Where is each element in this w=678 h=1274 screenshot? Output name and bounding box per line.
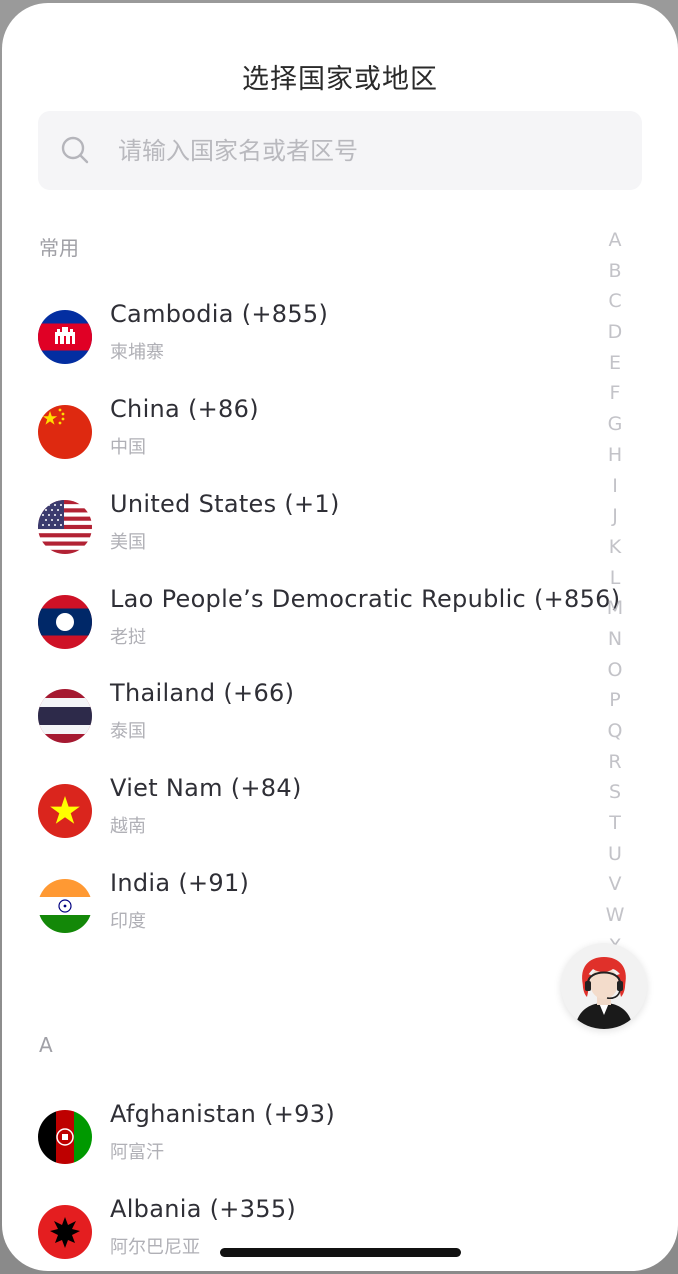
country-row-cambodia[interactable]: Cambodia (+855) 柬埔寨 bbox=[2, 300, 602, 386]
country-name: United States (+1) bbox=[110, 490, 340, 518]
country-local-name: 柬埔寨 bbox=[110, 342, 164, 363]
search-bar[interactable] bbox=[38, 111, 642, 190]
customer-service-button[interactable] bbox=[561, 943, 647, 1029]
index-letter[interactable]: Q bbox=[600, 716, 630, 747]
search-input[interactable] bbox=[116, 127, 620, 175]
customer-service-agent-icon bbox=[575, 957, 633, 1029]
home-indicator bbox=[220, 1248, 461, 1257]
country-row-thailand[interactable]: Thailand (+66) 泰国 bbox=[2, 679, 602, 765]
country-local-name: 阿尔巴尼亚 bbox=[110, 1237, 200, 1258]
search-icon bbox=[61, 136, 89, 164]
index-letter[interactable]: F bbox=[600, 378, 630, 409]
flag-vietnam-icon bbox=[38, 784, 92, 838]
flag-afghanistan-icon bbox=[38, 1110, 92, 1164]
country-row-laos[interactable]: Lao People’s Democratic Republic (+856) … bbox=[2, 585, 620, 671]
country-row-india[interactable]: India (+91) 印度 bbox=[2, 869, 602, 955]
section-header-common: 常用 bbox=[39, 236, 79, 260]
index-letter[interactable]: M bbox=[600, 593, 630, 624]
flag-united-states-icon bbox=[38, 500, 92, 554]
index-letter[interactable]: O bbox=[600, 655, 630, 686]
index-letter[interactable]: U bbox=[600, 839, 630, 870]
index-letter[interactable]: V bbox=[600, 869, 630, 900]
index-letter[interactable]: L bbox=[600, 563, 630, 594]
country-local-name: 印度 bbox=[110, 911, 146, 932]
index-letter[interactable]: W bbox=[600, 900, 630, 931]
country-name: Thailand (+66) bbox=[110, 679, 295, 707]
index-letter[interactable]: R bbox=[600, 747, 630, 778]
index-letter[interactable]: H bbox=[600, 440, 630, 471]
country-local-name: 美国 bbox=[110, 532, 146, 553]
index-letter[interactable]: C bbox=[600, 286, 630, 317]
country-name: Afghanistan (+93) bbox=[110, 1100, 335, 1128]
country-local-name: 阿富汗 bbox=[110, 1142, 164, 1163]
country-picker-sheet: 选择国家或地区 常用 Cambodia (+855) 柬埔寨 bbox=[2, 3, 678, 1271]
flag-albania-icon bbox=[38, 1205, 92, 1259]
flag-india-icon bbox=[38, 879, 92, 933]
flag-cambodia-icon bbox=[38, 310, 92, 364]
country-name: Albania (+355) bbox=[110, 1195, 297, 1223]
alphabet-index[interactable]: A B C D E F G H I J K L M N O P Q R S T … bbox=[600, 225, 630, 947]
country-local-name: 越南 bbox=[110, 816, 146, 837]
flag-china-icon bbox=[38, 405, 92, 459]
country-name: Viet Nam (+84) bbox=[110, 774, 302, 802]
index-letter[interactable]: I bbox=[600, 471, 630, 502]
country-row-albania[interactable]: Albania (+355) 阿尔巴尼亚 bbox=[2, 1195, 602, 1271]
country-local-name: 中国 bbox=[110, 437, 146, 458]
country-name: India (+91) bbox=[110, 869, 250, 897]
country-row-vietnam[interactable]: Viet Nam (+84) 越南 bbox=[2, 774, 602, 860]
flag-laos-icon bbox=[38, 595, 92, 649]
index-letter[interactable]: D bbox=[600, 317, 630, 348]
index-letter[interactable]: G bbox=[600, 409, 630, 440]
country-name: Cambodia (+855) bbox=[110, 300, 329, 328]
index-letter[interactable]: S bbox=[600, 777, 630, 808]
country-local-name: 老挝 bbox=[110, 627, 146, 648]
index-letter[interactable]: N bbox=[600, 624, 630, 655]
index-letter[interactable]: J bbox=[600, 501, 630, 532]
index-letter[interactable]: E bbox=[600, 348, 630, 379]
index-letter[interactable]: A bbox=[600, 225, 630, 256]
country-name: Lao People’s Democratic Republic (+856) bbox=[110, 585, 621, 613]
country-row-china[interactable]: China (+86) 中国 bbox=[2, 395, 602, 481]
country-name: China (+86) bbox=[110, 395, 259, 423]
country-local-name: 泰国 bbox=[110, 721, 146, 742]
country-row-united-states[interactable]: United States (+1) 美国 bbox=[2, 490, 602, 576]
index-letter[interactable]: T bbox=[600, 808, 630, 839]
index-letter[interactable]: B bbox=[600, 256, 630, 287]
index-letter[interactable]: K bbox=[600, 532, 630, 563]
section-header-a: A bbox=[39, 1033, 53, 1057]
page-title: 选择国家或地区 bbox=[242, 64, 438, 95]
country-row-afghanistan[interactable]: Afghanistan (+93) 阿富汗 bbox=[2, 1100, 602, 1186]
index-letter[interactable]: P bbox=[600, 685, 630, 716]
flag-thailand-icon bbox=[38, 689, 92, 743]
